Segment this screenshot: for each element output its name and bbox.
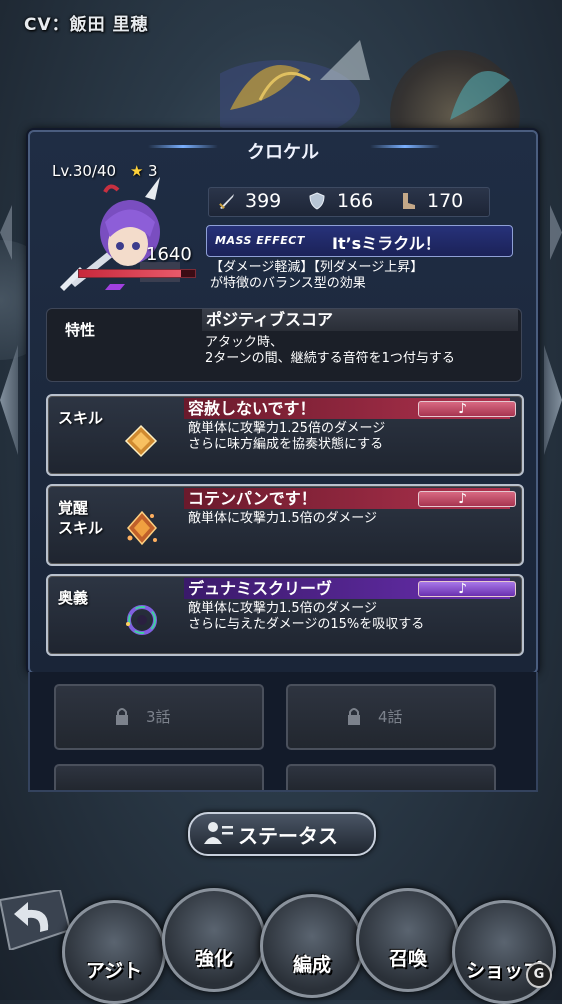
shield-icon xyxy=(309,192,325,210)
mass-effect-name: It’sミラクル！ xyxy=(332,234,441,253)
awakened-skill-label: 覚醒 スキル xyxy=(58,499,104,537)
trait-label: 特性 xyxy=(65,321,96,339)
character-detail-panel: クロケル Lv.30/40 ★ 3 1640 399 166 170 MASS … xyxy=(28,130,538,674)
hp-bar xyxy=(78,269,196,278)
music-note-icon: ♪ xyxy=(458,581,467,597)
boot-icon xyxy=(403,193,415,209)
episode-label: 3話 xyxy=(146,708,171,726)
watermark-logo: G xyxy=(526,962,552,988)
hat-decoration xyxy=(220,40,510,140)
nav-summon[interactable]: 召喚 xyxy=(356,888,460,992)
nav-home-label: アジト xyxy=(85,960,143,982)
stats-bar: 399 166 170 xyxy=(208,187,490,217)
nav-enhance[interactable]: 強化 xyxy=(162,888,266,992)
episode-list: 3話 4話 xyxy=(28,672,538,792)
episode-3-button[interactable]: 3話 xyxy=(54,684,264,750)
skill-gem-icon xyxy=(124,424,158,458)
character-name: クロケル xyxy=(247,142,319,163)
trait-description: アタック時、 2ターンの間、継続する音符を1つ付与する xyxy=(205,335,455,366)
hp-bar-fill xyxy=(79,270,182,277)
music-note-icon: ♪ xyxy=(458,401,467,417)
nav-enhance-label: 強化 xyxy=(194,948,233,970)
status-button[interactable]: ステータス xyxy=(188,812,376,856)
trait-title: ポジティブスコア xyxy=(202,309,518,331)
mass-effect-label: MASS EFFECT xyxy=(215,234,305,247)
skill-label: スキル xyxy=(58,409,104,427)
star-icon: ★ xyxy=(130,162,144,180)
music-note-icon: ♪ xyxy=(458,491,467,507)
episode-4-button[interactable]: 4話 xyxy=(286,684,496,750)
episode-label: 4話 xyxy=(378,708,403,726)
skill-card[interactable]: スキル 容赦しないです！ ♪ 敵単体に攻撃力1.25倍のダメージ さらに味方編成… xyxy=(46,394,524,476)
trait-card: 特性 ポジティブスコア アタック時、 2ターンの間、継続する音符を1つ付与する xyxy=(46,308,522,382)
episode-5-button[interactable] xyxy=(54,764,264,790)
nav-home[interactable]: アジト xyxy=(62,900,166,1004)
mass-effect-banner: MASS EFFECT It’sミラクル！ xyxy=(206,225,513,257)
lock-icon xyxy=(116,708,128,725)
nav-formation-label: 編成 xyxy=(292,954,331,976)
awakened-skill-card[interactable]: 覚醒 スキル コテンパンです！ ♪ 敵単体に攻撃力1.5倍のダメージ xyxy=(46,484,524,566)
note-bar: ♪ xyxy=(418,401,516,417)
prev-character-arrow[interactable] xyxy=(0,345,18,455)
character-level: Lv.30/40 xyxy=(52,162,117,180)
awakened-skill-gem-icon xyxy=(127,510,157,546)
awakened-skill-description: 敵単体に攻撃力1.5倍のダメージ xyxy=(188,511,378,526)
status-button-label: ステータス xyxy=(238,824,338,848)
character-power: 1640 xyxy=(146,244,192,265)
ultimate-description: 敵単体に攻撃力1.5倍のダメージ さらに与えたダメージの15%を吸収する xyxy=(188,601,425,632)
skill-description: 敵単体に攻撃力1.25倍のダメージ さらに味方編成を協奏状態にする xyxy=(188,421,386,452)
ultimate-orb-icon xyxy=(126,605,157,635)
character-rank: 3 xyxy=(148,162,158,180)
episode-6-button[interactable] xyxy=(286,764,496,790)
mass-effect-description: 【ダメージ軽減】【列ダメージ上昇】 が特徴のバランス型の効果 xyxy=(210,260,424,291)
ultimate-card[interactable]: 奥義 デュナミスクリーヴ ♪ 敵単体に攻撃力1.5倍のダメージ さらに与えたダメ… xyxy=(46,574,524,656)
ultimate-label: 奥義 xyxy=(58,589,89,607)
voice-actor-label: CV：飯田 里穂 xyxy=(24,15,149,35)
defense-value: 166 xyxy=(337,190,374,212)
nav-summon-label: 召喚 xyxy=(388,948,427,970)
nav-shop[interactable]: ショップ xyxy=(452,900,556,1004)
lock-icon xyxy=(348,708,360,725)
sword-icon xyxy=(219,194,234,209)
note-bar: ♪ xyxy=(418,581,516,597)
page-right-hint xyxy=(550,205,562,260)
nav-formation[interactable]: 編成 xyxy=(260,894,364,998)
bottom-navigation: アジト 強化 編成 召喚 ショップ xyxy=(0,880,562,1004)
note-bar: ♪ xyxy=(418,491,516,507)
next-character-arrow[interactable] xyxy=(544,345,562,455)
attack-value: 399 xyxy=(245,190,282,212)
person-list-icon xyxy=(204,822,233,844)
speed-value: 170 xyxy=(427,190,464,212)
